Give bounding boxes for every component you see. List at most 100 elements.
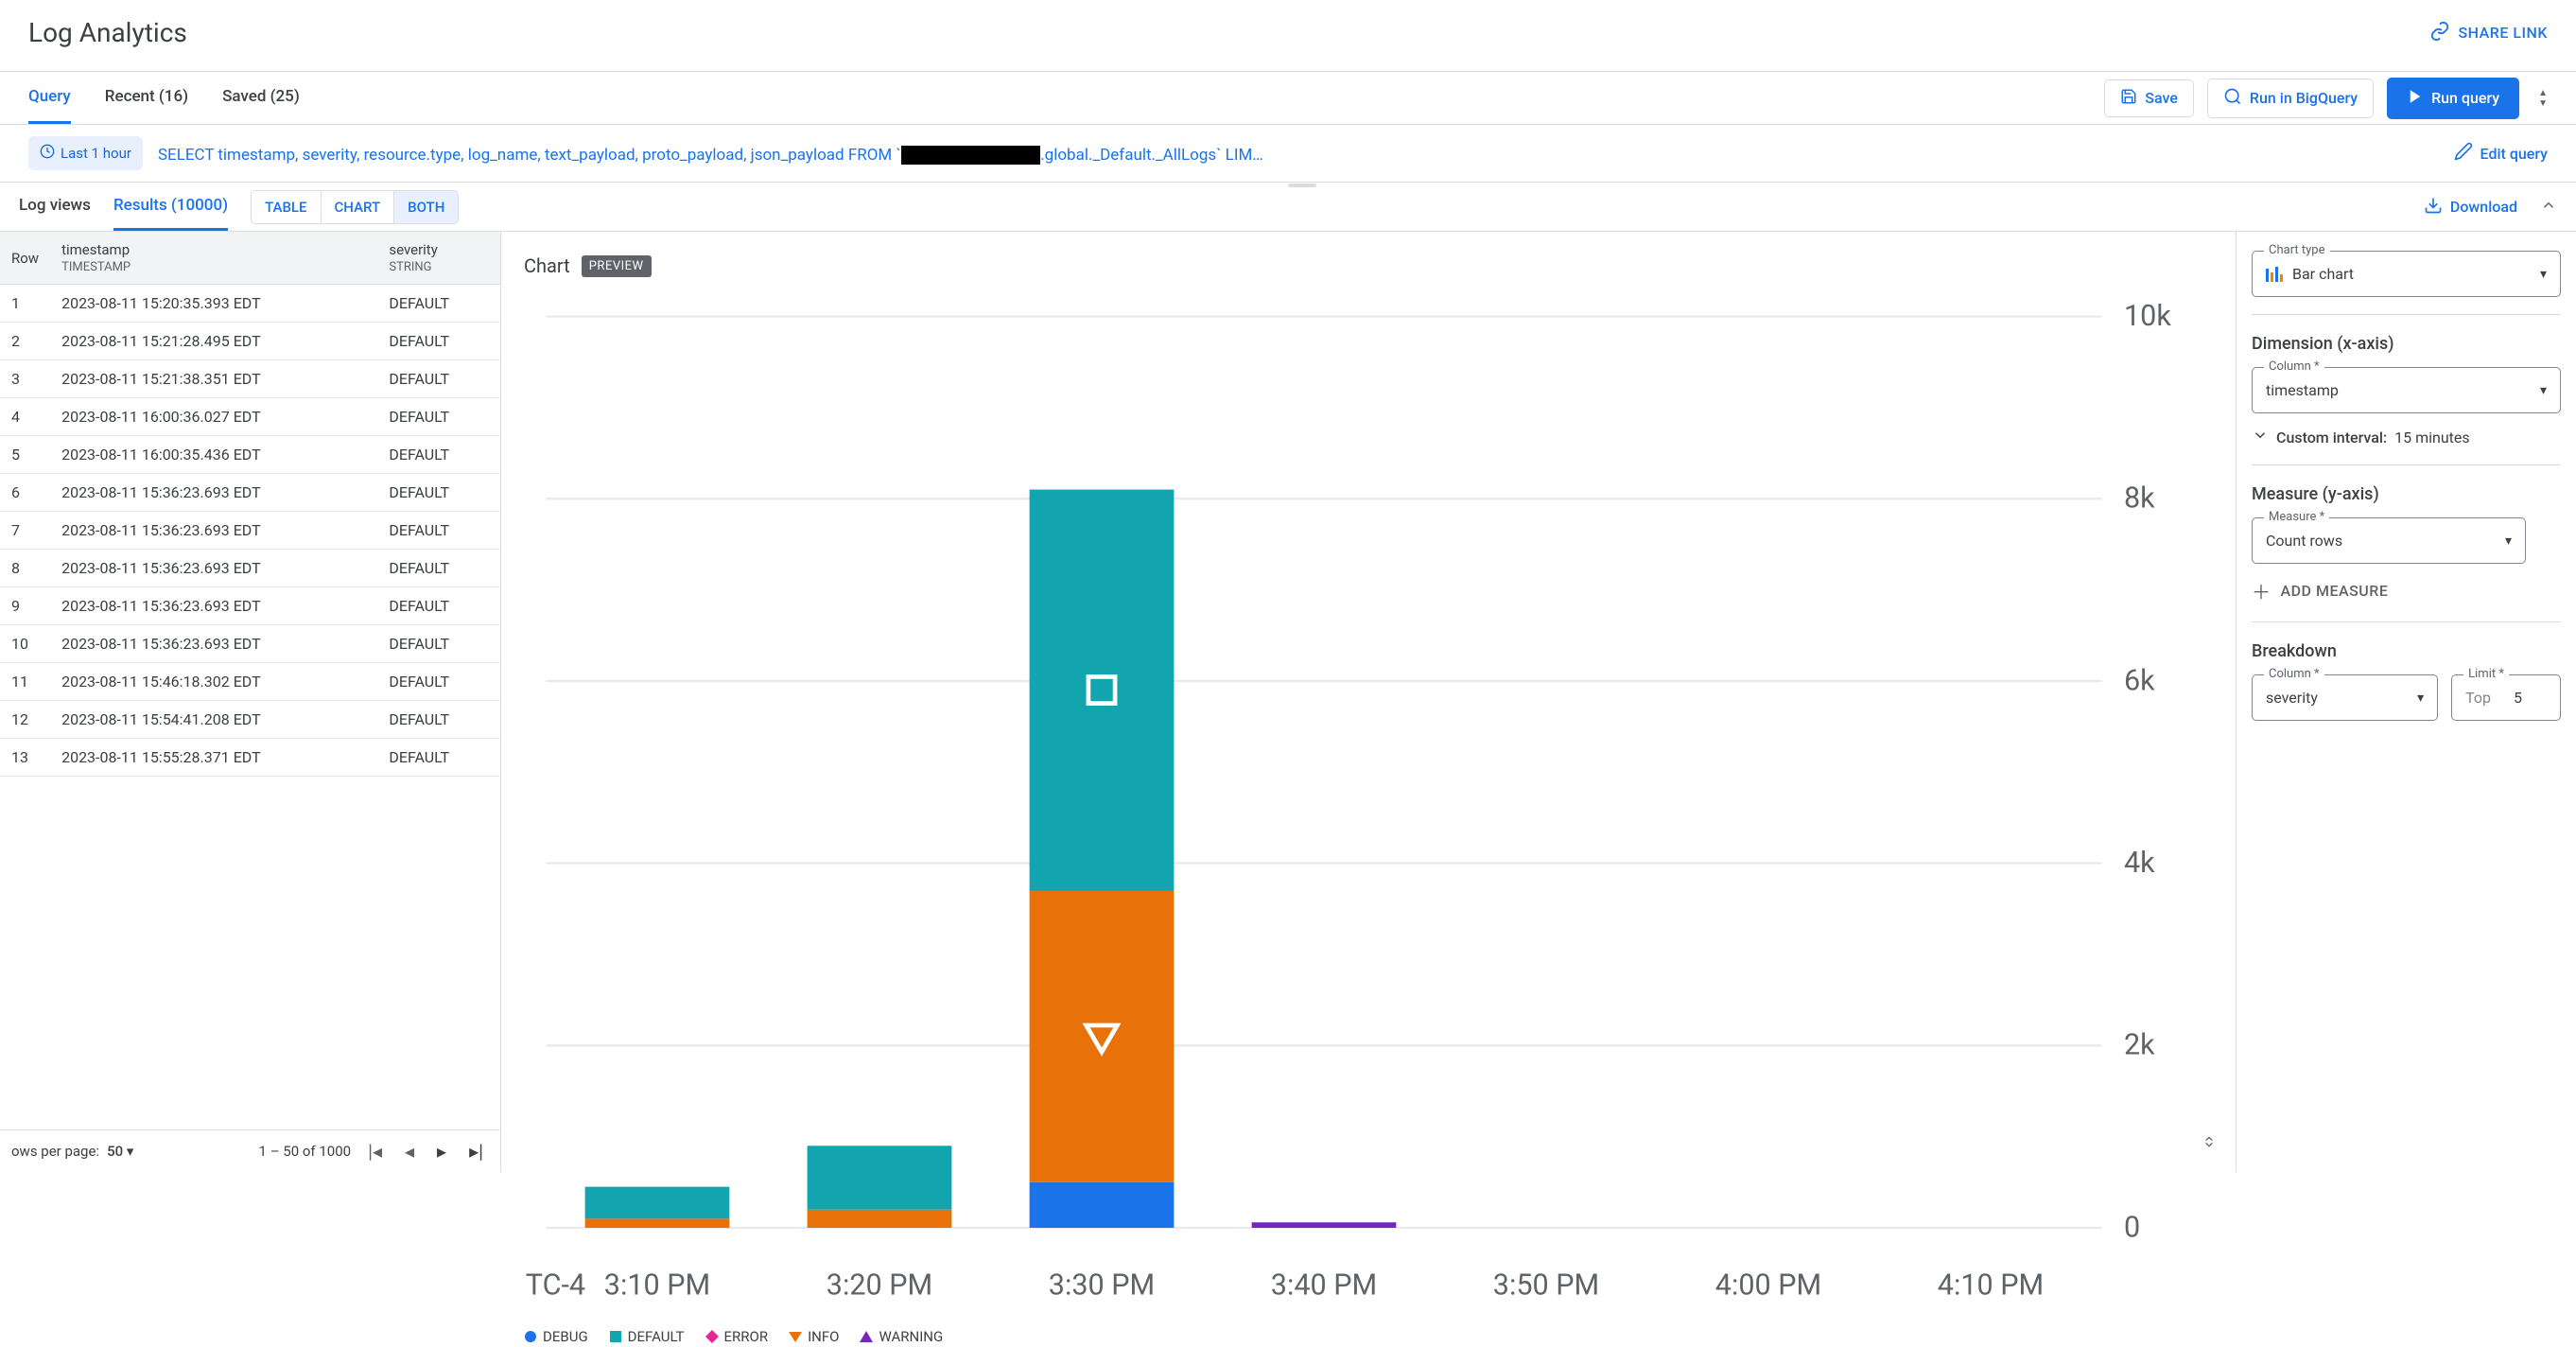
- sql-suffix: .global._Default._AllLogs` LIM…: [1040, 146, 1262, 165]
- measure-select[interactable]: Measure * Count rows ▾: [2252, 517, 2526, 564]
- limit-prefix: Top: [2465, 689, 2491, 707]
- cell-rownum: 13: [0, 739, 50, 777]
- table-row[interactable]: 13 2023-08-11 15:55:28.371 EDT DEFAULT: [0, 739, 500, 777]
- pencil-icon: [2454, 142, 2473, 165]
- table-row[interactable]: 3 2023-08-11 15:21:38.351 EDT DEFAULT: [0, 360, 500, 398]
- save-label: Save: [2145, 89, 2178, 107]
- bar-segment[interactable]: [1252, 1222, 1397, 1228]
- run-query-button[interactable]: Run query: [2387, 78, 2519, 119]
- bar-segment[interactable]: [808, 1210, 952, 1228]
- table-row[interactable]: 10 2023-08-11 15:36:23.693 EDT DEFAULT: [0, 625, 500, 663]
- legend-marker-icon: [789, 1330, 802, 1343]
- chart-svg: 02k4k6k8k10kUTC-43:10 PM3:20 PM3:30 PM3:…: [524, 292, 2213, 1319]
- legend-item[interactable]: DEBUG: [524, 1328, 588, 1345]
- legend-marker-icon: [609, 1330, 622, 1343]
- cell-timestamp: 2023-08-11 15:36:23.693 EDT: [50, 625, 377, 663]
- legend-label: DEFAULT: [628, 1328, 685, 1345]
- cell-severity: DEFAULT: [377, 701, 500, 739]
- bar-segment[interactable]: [1030, 490, 1175, 891]
- table-row[interactable]: 5 2023-08-11 16:00:35.436 EDT DEFAULT: [0, 436, 500, 474]
- breakdown-limit-input[interactable]: Limit * Top 5: [2451, 674, 2561, 721]
- svg-text:4:10 PM: 4:10 PM: [1938, 1269, 2044, 1303]
- vertical-drag-handle[interactable]: [1288, 184, 1316, 187]
- breakdown-column-value: severity: [2253, 675, 2437, 720]
- legend-item[interactable]: INFO: [789, 1328, 839, 1345]
- legend-label: ERROR: [724, 1328, 769, 1345]
- bar-segment[interactable]: [585, 1218, 730, 1228]
- table-row[interactable]: 11 2023-08-11 15:46:18.302 EDT DEFAULT: [0, 663, 500, 701]
- cell-rownum: 2: [0, 323, 50, 360]
- bar-segment[interactable]: [1030, 891, 1175, 1182]
- download-button[interactable]: Download: [2424, 196, 2517, 219]
- dimension-title: Dimension (x-axis): [2252, 334, 2561, 354]
- download-icon: [2424, 196, 2443, 219]
- edit-query-label: Edit query: [2480, 145, 2548, 163]
- table-row[interactable]: 7 2023-08-11 15:36:23.693 EDT DEFAULT: [0, 512, 500, 550]
- cell-rownum: 6: [0, 474, 50, 512]
- col-header-timestamp[interactable]: timestampTIMESTAMP: [50, 232, 377, 285]
- legend-item[interactable]: ERROR: [705, 1328, 769, 1345]
- bar-segment[interactable]: [808, 1146, 952, 1209]
- legend-item[interactable]: DEFAULT: [609, 1328, 685, 1345]
- table-row[interactable]: 9 2023-08-11 15:36:23.693 EDT DEFAULT: [0, 587, 500, 625]
- view-chart-button[interactable]: CHART: [322, 191, 395, 223]
- view-table-button[interactable]: TABLE: [252, 191, 321, 223]
- tab-query[interactable]: Query: [28, 72, 71, 124]
- legend-item[interactable]: WARNING: [860, 1328, 943, 1345]
- cell-severity: DEFAULT: [377, 550, 500, 587]
- custom-interval-toggle[interactable]: Custom interval: 15 minutes: [2252, 427, 2561, 447]
- table-row[interactable]: 2 2023-08-11 15:21:28.495 EDT DEFAULT: [0, 323, 500, 360]
- sub-tab-log-views[interactable]: Log views: [19, 183, 91, 231]
- sub-tab-results[interactable]: Results (10000): [113, 183, 228, 231]
- cell-severity: DEFAULT: [377, 285, 500, 323]
- redacted-project: xxxxxxxx: [901, 146, 1040, 165]
- svg-text:3:20 PM: 3:20 PM: [827, 1269, 932, 1303]
- cell-rownum: 8: [0, 550, 50, 587]
- dimension-column-select[interactable]: Column * timestamp ▾: [2252, 367, 2561, 413]
- cell-rownum: 3: [0, 360, 50, 398]
- query-sql-text[interactable]: SELECT timestamp, severity, resource.typ…: [158, 143, 2439, 165]
- cell-timestamp: 2023-08-11 15:21:28.495 EDT: [50, 323, 377, 360]
- rows-per-page-select[interactable]: 50 ▾: [107, 1143, 133, 1160]
- save-button[interactable]: Save: [2104, 79, 2194, 117]
- play-icon: [2407, 88, 2424, 109]
- cell-rownum: 11: [0, 663, 50, 701]
- cell-rownum: 7: [0, 512, 50, 550]
- run-bigquery-button[interactable]: Run in BigQuery: [2207, 79, 2374, 118]
- next-page-icon[interactable]: ▸: [431, 1140, 452, 1163]
- chart-type-select[interactable]: Chart type Bar chart ▾: [2252, 251, 2561, 297]
- svg-text:UTC-4: UTC-4: [524, 1269, 585, 1303]
- time-range-chip[interactable]: Last 1 hour: [28, 136, 143, 170]
- view-both-button[interactable]: BOTH: [394, 191, 458, 223]
- svg-text:2k: 2k: [2124, 1029, 2155, 1062]
- edit-query-button[interactable]: Edit query: [2454, 142, 2548, 165]
- tab-recent[interactable]: Recent (16): [105, 72, 188, 124]
- cell-severity: DEFAULT: [377, 625, 500, 663]
- cell-timestamp: 2023-08-11 15:54:41.208 EDT: [50, 701, 377, 739]
- expand-chart-icon[interactable]: [2202, 1134, 2217, 1153]
- table-row[interactable]: 1 2023-08-11 15:20:35.393 EDT DEFAULT: [0, 285, 500, 323]
- sql-prefix: SELECT timestamp, severity, resource.typ…: [158, 146, 901, 165]
- table-row[interactable]: 4 2023-08-11 16:00:36.027 EDT DEFAULT: [0, 398, 500, 436]
- add-measure-button[interactable]: ＋ ADD MEASURE: [2252, 577, 2561, 604]
- first-page-icon[interactable]: |◂: [362, 1140, 388, 1163]
- limit-value: 5: [2514, 689, 2522, 707]
- table-row[interactable]: 6 2023-08-11 15:36:23.693 EDT DEFAULT: [0, 474, 500, 512]
- dropdown-arrow-icon: ▾: [2417, 691, 2424, 706]
- tab-saved[interactable]: Saved (25): [222, 72, 300, 124]
- share-link-button[interactable]: SHARE LINK: [2429, 21, 2548, 45]
- prev-page-icon[interactable]: ◂: [399, 1140, 420, 1163]
- pagination-bar: ows per page: 50 ▾ 1 – 50 of 1000 |◂ ◂ ▸…: [0, 1129, 500, 1172]
- bar-segment[interactable]: [585, 1187, 730, 1219]
- collapse-panel-icon[interactable]: [2540, 197, 2557, 218]
- col-header-row[interactable]: Row: [0, 232, 50, 285]
- table-row[interactable]: 8 2023-08-11 15:36:23.693 EDT DEFAULT: [0, 550, 500, 587]
- breakdown-column-select[interactable]: Column * severity ▾: [2252, 674, 2438, 721]
- cell-severity: DEFAULT: [377, 739, 500, 777]
- chart-title: Chart: [524, 254, 570, 277]
- last-page-icon[interactable]: ▸|: [463, 1140, 489, 1163]
- table-row[interactable]: 12 2023-08-11 15:54:41.208 EDT DEFAULT: [0, 701, 500, 739]
- sort-toggle-icon[interactable]: ▲▼: [2538, 88, 2548, 109]
- col-header-severity[interactable]: severitySTRING: [377, 232, 500, 285]
- time-range-label: Last 1 hour: [61, 145, 131, 162]
